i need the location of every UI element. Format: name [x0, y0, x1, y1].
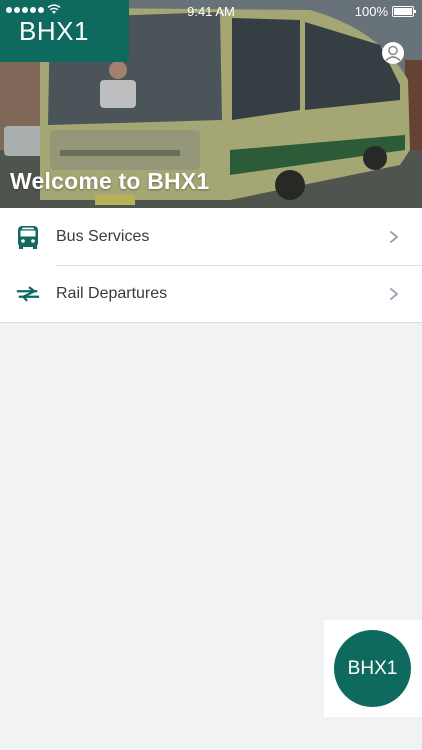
- status-bar: 9:41 AM 100%: [0, 0, 422, 22]
- profile-icon[interactable]: [381, 41, 405, 65]
- menu-item-bus-services[interactable]: Bus Services: [0, 208, 422, 265]
- menu-item-label: Bus Services: [56, 227, 150, 245]
- fab-container: BHX1: [324, 620, 422, 717]
- menu-item-label: Rail Departures: [56, 284, 168, 302]
- main-menu: Bus Services Rail Departures: [0, 208, 422, 323]
- bus-icon: [16, 225, 40, 249]
- chevron-right-icon: [390, 230, 398, 243]
- battery-icon: [392, 6, 416, 17]
- chevron-right-icon: [390, 287, 398, 300]
- battery-percentage: 100%: [354, 4, 388, 19]
- menu-item-rail-departures[interactable]: Rail Departures: [0, 265, 422, 322]
- bhx1-fab-button[interactable]: BHX1: [334, 630, 411, 707]
- hero-title: Welcome to BHX1: [10, 168, 210, 194]
- rail-icon: [16, 282, 40, 306]
